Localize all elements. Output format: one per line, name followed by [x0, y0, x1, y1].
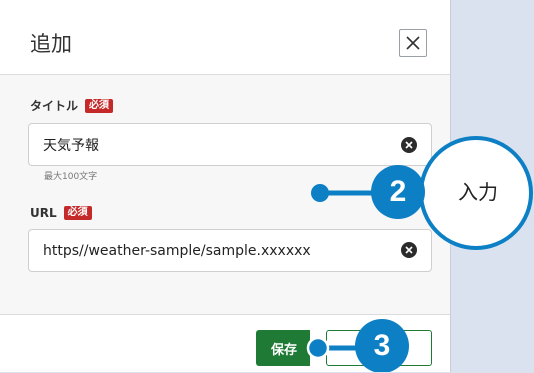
step2-pointer-dot	[311, 184, 329, 202]
step3-pointer-dot	[306, 336, 330, 360]
step3-number: 3	[373, 329, 391, 362]
step2-number: 2	[389, 175, 407, 208]
input-callout-text: 入力	[458, 180, 498, 204]
annotation-overlay	[306, 136, 533, 372]
